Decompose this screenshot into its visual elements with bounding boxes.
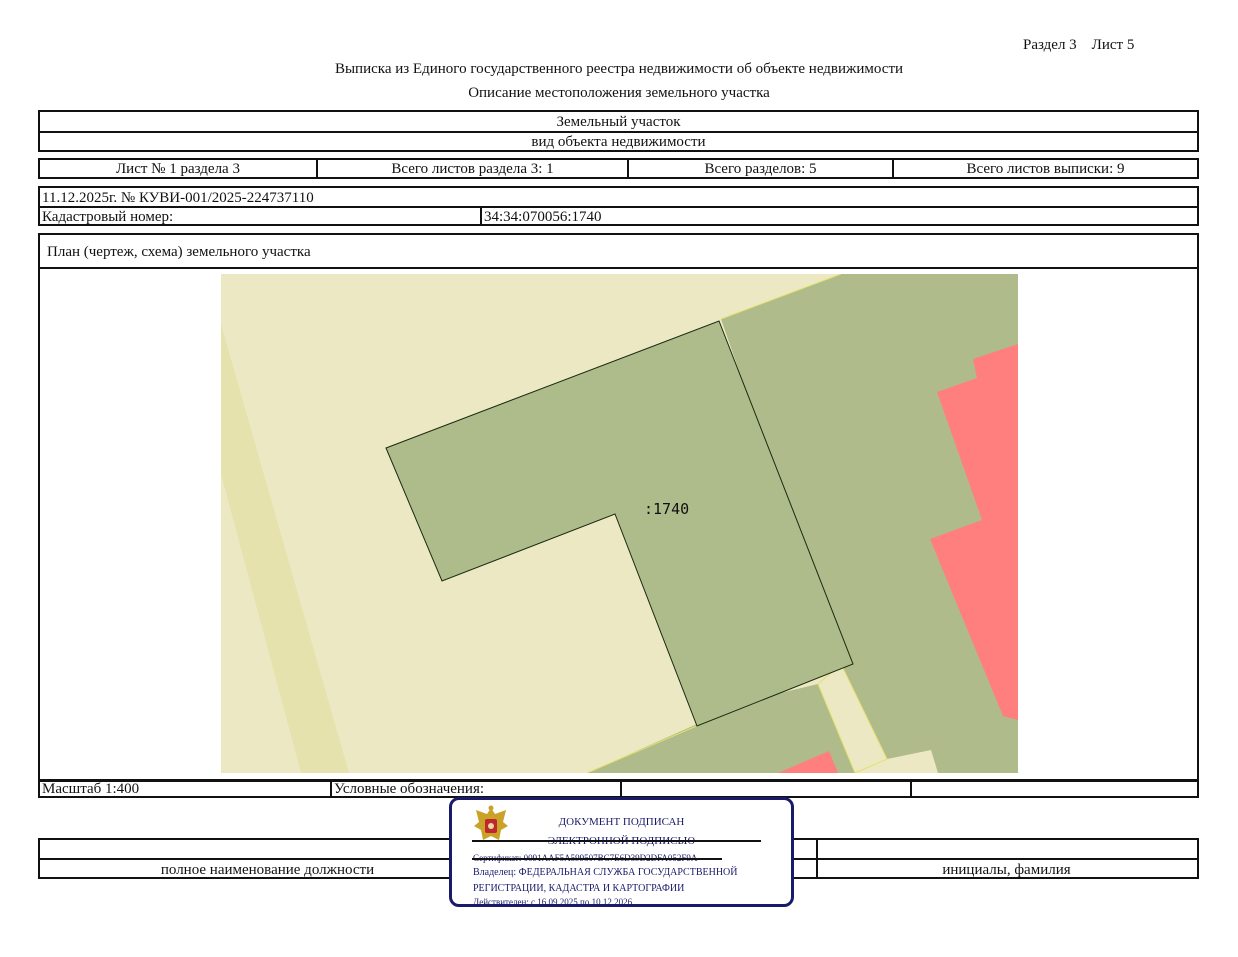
object-type-caption: вид объекта недвижимости bbox=[531, 134, 706, 150]
sheet-number: Лист № 1 раздела 3 bbox=[116, 160, 240, 177]
sheets-row: Лист № 1 раздела 3 Всего листов раздела … bbox=[38, 158, 1199, 179]
section-sheet-label: Раздел 3 Лист 5 bbox=[1023, 37, 1135, 53]
total-sections: Всего разделов: 5 bbox=[627, 160, 892, 177]
signature-stamp: ДОКУМЕНТ ПОДПИСАН ЭЛЕКТРОННОЙ ПОДПИСЬЮ С… bbox=[449, 797, 794, 907]
plan-title: План (чертеж, схема) земельного участка bbox=[47, 244, 311, 260]
object-type-box: Земельный участок вид объекта недвижимос… bbox=[38, 110, 1199, 152]
cadastral-label: Кадастровый номер: bbox=[42, 209, 174, 225]
total-sheets-extract: Всего листов выписки: 9 bbox=[892, 160, 1197, 177]
legend-cell bbox=[910, 782, 1197, 796]
scale-legend-row: Масштаб 1:400 Условные обозначения: bbox=[38, 780, 1199, 798]
cadastral-map: :1740 bbox=[221, 274, 1018, 773]
cadastral-value: 34:34:070056:1740 bbox=[480, 208, 1197, 226]
map-svg bbox=[221, 274, 1018, 773]
stamp-rule bbox=[472, 858, 722, 860]
record-box: 11.12.2025г. № КУВИ-001/2025-224737110 К… bbox=[38, 186, 1199, 226]
stamp-line-1: ДОКУМЕНТ ПОДПИСАН bbox=[558, 816, 685, 828]
divider bbox=[40, 267, 1197, 269]
stamp-owner-1: Владелец: ФЕДЕРАЛЬНАЯ СЛУЖБА ГОСУДАРСТВЕ… bbox=[473, 867, 738, 878]
stamp-rule bbox=[472, 840, 761, 842]
scale-label: Масштаб 1:400 bbox=[42, 781, 140, 797]
stamp-owner-2: РЕГИСТРАЦИИ, КАДАСТРА И КАРТОГРАФИИ bbox=[473, 883, 685, 894]
name-caption: инициалы, фамилия bbox=[942, 861, 1071, 878]
document-subtitle: Описание местоположения земельного участ… bbox=[468, 85, 770, 101]
legend-label: Условные обозначения: bbox=[330, 781, 620, 797]
parcel-label: :1740 bbox=[644, 500, 690, 518]
stamp-validity: Действителен: с 16.09.2025 по 10.12.2026 bbox=[473, 897, 633, 907]
object-type-value: Земельный участок bbox=[556, 114, 681, 130]
position-caption: полное наименование должности bbox=[160, 861, 375, 878]
legend-cell bbox=[620, 782, 910, 796]
total-sheets-section: Всего листов раздела 3: 1 bbox=[316, 160, 627, 177]
date-number: 11.12.2025г. № КУВИ-001/2025-224737110 bbox=[42, 189, 314, 206]
document-title: Выписка из Единого государственного реес… bbox=[334, 61, 904, 77]
